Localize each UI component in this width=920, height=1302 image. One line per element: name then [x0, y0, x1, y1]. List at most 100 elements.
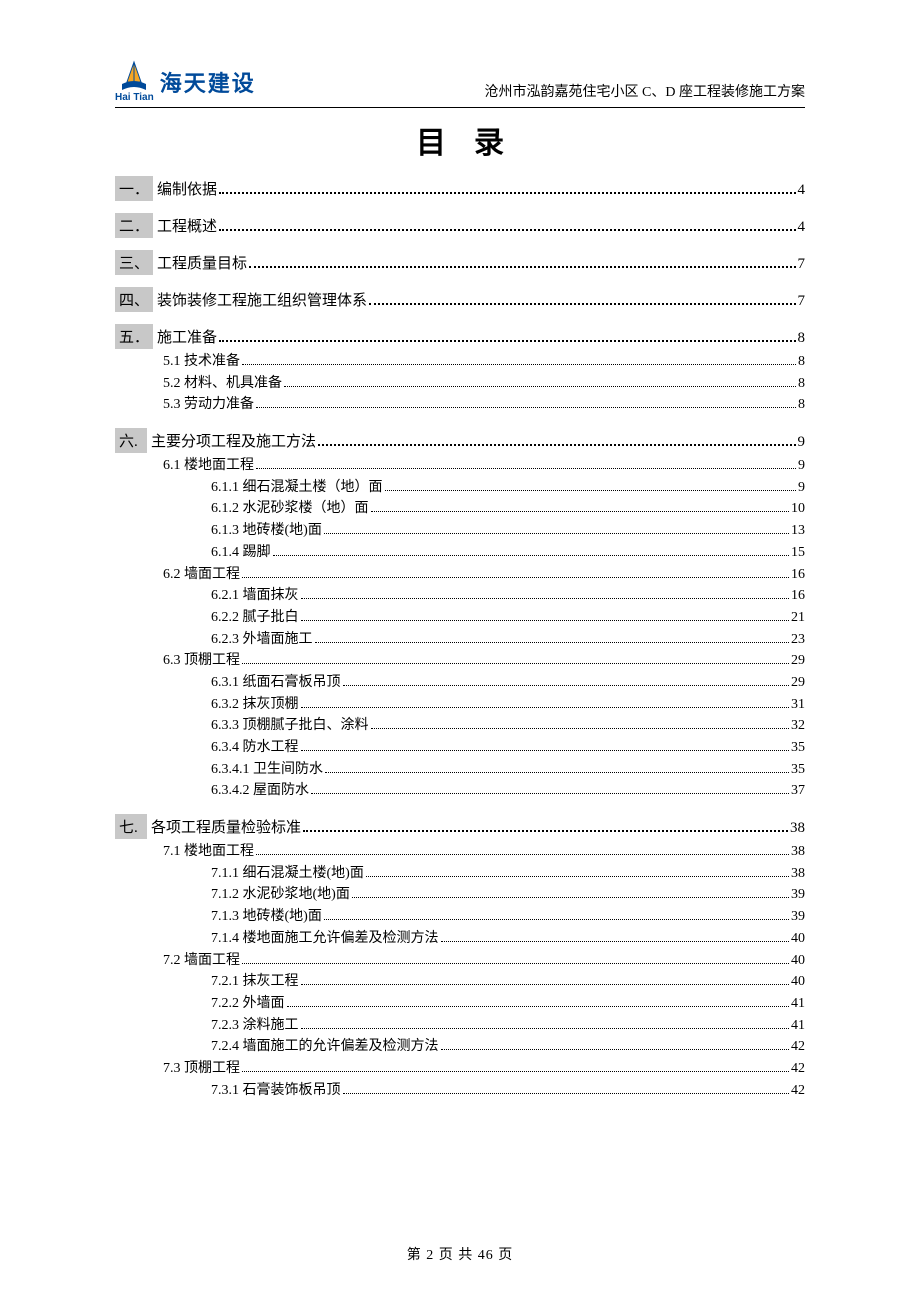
toc-label: 7.1.4 楼地面施工允许偏差及检测方法 — [211, 928, 439, 950]
toc-entry[interactable]: 三、工程质量目标7 — [115, 250, 805, 275]
toc-leader — [219, 340, 795, 342]
toc-entry[interactable]: 四、装饰装修工程施工组织管理体系7 — [115, 287, 805, 312]
toc-leader — [315, 642, 790, 643]
toc-leader — [343, 685, 790, 686]
toc-entry[interactable]: 五．施工准备8 — [115, 324, 805, 349]
toc-entry[interactable]: 6.2.1 墙面抹灰16 — [115, 585, 805, 607]
toc-leader — [242, 963, 789, 964]
toc-entry[interactable]: 6.1.1 细石混凝土楼（地）面 9 — [115, 477, 805, 499]
toc-page: 16 — [791, 585, 805, 607]
toc-label: 6.3.4.2 屋面防水 — [211, 780, 309, 802]
toc-label: 施工准备 — [157, 326, 217, 347]
toc-page: 38 — [791, 841, 805, 863]
toc-page: 42 — [791, 1036, 805, 1058]
toc-label: 5.1 技术准备 — [163, 351, 240, 373]
building-logo-icon — [119, 60, 149, 94]
toc-page: 29 — [791, 672, 805, 694]
toc-entry[interactable]: 7.1.4 楼地面施工允许偏差及检测方法40 — [115, 928, 805, 950]
toc-page: 35 — [791, 759, 805, 781]
toc-entry[interactable]: 7.2.1 抹灰工程40 — [115, 971, 805, 993]
toc-entry[interactable]: 5.2 材料、机具准备8 — [115, 373, 805, 395]
toc-entry[interactable]: 7.2.2 外墙面41 — [115, 993, 805, 1015]
toc-label: 编制依据 — [157, 178, 217, 199]
toc-label: 工程概述 — [157, 215, 217, 236]
toc-leader — [242, 1071, 789, 1072]
toc-entry[interactable]: 6.1.4 踢脚15 — [115, 542, 805, 564]
toc-num: 七. — [115, 814, 147, 839]
toc-label: 6.3.4.1 卫生间防水 — [211, 759, 323, 781]
toc-entry[interactable]: 二．工程概述4 — [115, 213, 805, 238]
toc-leader — [242, 663, 789, 664]
toc-leader — [301, 984, 790, 985]
toc-entry[interactable]: 6.3.4.1 卫生间防水 35 — [115, 759, 805, 781]
toc-leader — [256, 468, 796, 469]
table-of-contents: 一．编制依据4 二．工程概述4 三、工程质量目标7 四、装饰装修工程施工组织管理体系7… — [115, 176, 805, 1101]
toc-leader — [385, 490, 797, 491]
toc-entry[interactable]: 6.3.4.2 屋面防水 37 — [115, 780, 805, 802]
toc-entry[interactable]: 7.3.1 石膏装饰板吊顶42 — [115, 1080, 805, 1102]
page-footer: 第 2 页 共 46 页 — [0, 1244, 920, 1264]
toc-label: 6.1.4 踢脚 — [211, 542, 271, 564]
toc-entry[interactable]: 6.3 顶棚工程29 — [115, 650, 805, 672]
toc-leader — [441, 941, 790, 942]
toc-page: 9 — [798, 455, 805, 477]
toc-entry[interactable]: 6.2.3 外墙面施工23 — [115, 629, 805, 651]
toc-entry[interactable]: 六.主要分项工程及施工方法9 — [115, 428, 805, 453]
toc-entry[interactable]: 6.1.3 地砖楼(地)面13 — [115, 520, 805, 542]
toc-entry[interactable]: 6.2.2 腻子批白21 — [115, 607, 805, 629]
toc-entry[interactable]: 7.1.2 水泥砂浆地(地)面39 — [115, 884, 805, 906]
toc-entry[interactable]: 6.3.1 纸面石膏板吊顶29 — [115, 672, 805, 694]
toc-entry[interactable]: 7.3 顶棚工程42 — [115, 1058, 805, 1080]
toc-entry[interactable]: 7.1.3 地砖楼(地)面39 — [115, 906, 805, 928]
toc-leader — [303, 830, 788, 832]
toc-leader — [371, 511, 790, 512]
toc-entry[interactable]: 6.3.4 防水工程35 — [115, 737, 805, 759]
toc-num: 六. — [115, 428, 147, 453]
toc-entry[interactable]: 7.2 墙面工程40 — [115, 950, 805, 972]
toc-entry[interactable]: 5.3 劳动力准备8 — [115, 394, 805, 416]
toc-leader — [325, 772, 789, 773]
toc-page: 37 — [791, 780, 805, 802]
toc-leader — [301, 1028, 790, 1029]
toc-page: 16 — [791, 564, 805, 586]
toc-leader — [324, 533, 789, 534]
toc-leader — [249, 266, 795, 268]
toc-label: 6.1 楼地面工程 — [163, 455, 254, 477]
toc-page: 7 — [798, 293, 806, 310]
toc-entry[interactable]: 6.1.2 水泥砂浆楼（地）面10 — [115, 498, 805, 520]
toc-label: 7.1.1 细石混凝土楼(地)面 — [211, 863, 364, 885]
toc-label: 6.2.2 腻子批白 — [211, 607, 299, 629]
toc-entry[interactable]: 7.2.4 墙面施工的允许偏差及检测方法42 — [115, 1036, 805, 1058]
toc-leader — [343, 1093, 790, 1094]
toc-entry[interactable]: 6.3.3 顶棚腻子批白、涂料32 — [115, 715, 805, 737]
page-title: 目录 — [115, 118, 805, 162]
toc-leader — [287, 1006, 790, 1007]
toc-num: 二． — [115, 213, 153, 238]
toc-label: 6.1.1 细石混凝土楼（地）面 — [211, 477, 383, 499]
toc-leader — [219, 192, 795, 194]
toc-page: 9 — [798, 477, 805, 499]
toc-leader — [366, 876, 789, 877]
toc-entry[interactable]: 5.1 技术准备 8 — [115, 351, 805, 373]
toc-entry[interactable]: 七.各项工程质量检验标准38 — [115, 814, 805, 839]
toc-page: 8 — [798, 351, 805, 373]
toc-entry[interactable]: 7.1.1 细石混凝土楼(地)面38 — [115, 863, 805, 885]
toc-page: 31 — [791, 694, 805, 716]
toc-entry[interactable]: 7.1 楼地面工程38 — [115, 841, 805, 863]
toc-num: 五． — [115, 324, 153, 349]
toc-leader — [242, 577, 789, 578]
toc-entry[interactable]: 6.3.2 抹灰顶棚31 — [115, 694, 805, 716]
toc-leader — [284, 386, 796, 387]
toc-entry[interactable]: 一．编制依据4 — [115, 176, 805, 201]
toc-leader — [301, 598, 790, 599]
toc-entry[interactable]: 6.2 墙面工程16 — [115, 564, 805, 586]
toc-entry[interactable]: 6.1 楼地面工程 9 — [115, 455, 805, 477]
toc-label: 7.2.1 抹灰工程 — [211, 971, 299, 993]
toc-leader — [371, 728, 790, 729]
toc-entry[interactable]: 7.2.3 涂料施工41 — [115, 1015, 805, 1037]
toc-leader — [242, 364, 796, 365]
toc-label: 5.2 材料、机具准备 — [163, 373, 282, 395]
toc-leader — [301, 620, 790, 621]
document-page: Hai Tian 海天建设 沧州市泓韵嘉苑住宅小区 C、D 座工程装修施工方案 … — [0, 0, 920, 1302]
toc-label: 6.1.3 地砖楼(地)面 — [211, 520, 322, 542]
